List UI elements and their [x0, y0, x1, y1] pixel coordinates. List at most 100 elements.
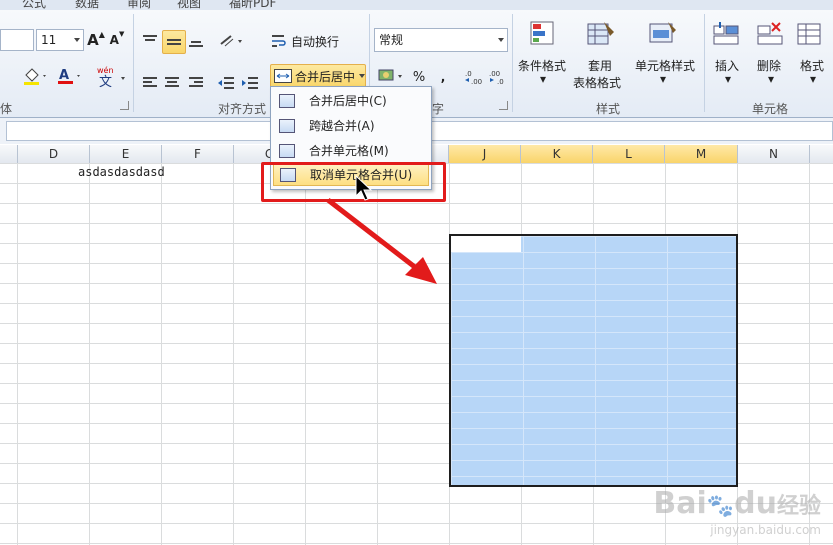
insert-cells-icon	[713, 22, 739, 45]
column-header-f[interactable]: F	[162, 145, 234, 163]
align-center-icon	[165, 77, 179, 87]
shrink-font-button[interactable]: A ▼	[108, 30, 126, 50]
accounting-format-button[interactable]	[376, 66, 406, 86]
tab-formulas[interactable]: 公式	[22, 0, 46, 10]
decrease-indent-button[interactable]	[216, 74, 236, 92]
chevron-down-icon: ▾	[810, 72, 817, 86]
align-right-icon	[189, 77, 203, 87]
increase-decimal-icon: .0.00	[465, 70, 482, 85]
shrink-font-label: A	[109, 33, 119, 47]
format-table-label-2: 表格格式	[573, 76, 622, 90]
menu-item-merge-cells[interactable]: 合并单元格(M)	[273, 139, 429, 162]
svg-text:wén: wén	[97, 65, 114, 75]
number-dialog-launcher[interactable]	[499, 101, 508, 110]
wrap-text-icon	[272, 35, 286, 47]
grow-font-button[interactable]: A ▲	[87, 30, 105, 50]
font-group-label: 体	[0, 102, 13, 116]
paw-icon: 🐾	[706, 494, 735, 519]
font-name-box[interactable]	[0, 29, 34, 51]
font-color-button[interactable]: A	[54, 66, 84, 86]
increase-indent-icon	[242, 77, 258, 89]
comma-button[interactable]: ,	[434, 68, 452, 86]
column-header-j[interactable]: J	[449, 145, 521, 163]
currency-icon	[378, 69, 402, 81]
active-cell[interactable]	[451, 236, 521, 252]
watermark-brand-2: du	[734, 486, 777, 521]
align-center-button[interactable]	[162, 74, 182, 92]
column-header-l[interactable]: L	[593, 145, 665, 163]
tab-review[interactable]: 审阅	[127, 0, 151, 10]
menu-item-label: 合并单元格(M)	[309, 144, 389, 158]
tab-data[interactable]: 数据	[75, 0, 99, 10]
chevron-down-icon: ▾	[660, 72, 667, 86]
merge-cells-icon	[279, 143, 295, 158]
font-dialog-launcher[interactable]	[120, 101, 129, 110]
chevron-down-icon: ▾	[540, 72, 547, 86]
svg-text:.00: .00	[471, 78, 482, 85]
svg-text:.00: .00	[489, 70, 500, 78]
grow-font-label: A	[87, 31, 99, 49]
chevron-down-icon[interactable]	[359, 74, 365, 78]
align-right-button[interactable]	[186, 74, 206, 92]
decrease-decimal-button[interactable]: .00.0	[488, 68, 508, 86]
percent-button[interactable]: %	[410, 68, 428, 86]
format-table-label-1: 套用	[588, 59, 613, 73]
orientation-button[interactable]	[218, 32, 246, 50]
font-size-value: 11	[41, 33, 57, 47]
merge-center-button[interactable]: 合并后居中	[270, 64, 366, 88]
decrease-indent-icon	[218, 77, 234, 89]
align-top-button[interactable]	[140, 32, 160, 50]
align-middle-icon	[167, 39, 181, 45]
watermark-url: jingyan.baidu.com	[710, 523, 821, 537]
menu-item-label: 合并后居中(C)	[309, 94, 387, 108]
cell-e1-text: asdasdasdasd	[78, 165, 165, 179]
align-middle-button[interactable]	[162, 30, 186, 54]
number-group-label: 字	[432, 102, 445, 116]
phonetic-button[interactable]: wén 文	[94, 64, 128, 88]
column-header-d[interactable]: D	[18, 145, 90, 163]
paint-bucket-icon	[24, 68, 46, 85]
number-format-box[interactable]: 常规	[374, 28, 508, 52]
align-bottom-icon	[189, 41, 203, 47]
font-size-box[interactable]: 11	[36, 29, 84, 51]
watermark-suffix: 经验	[776, 494, 821, 519]
svg-text:.0: .0	[465, 70, 472, 78]
wrap-text-button[interactable]: 自动换行	[272, 30, 352, 52]
styles-group-label: 样式	[596, 102, 621, 116]
tab-foxit-pdf[interactable]: 福昕PDF	[229, 0, 276, 10]
merge-across-icon	[279, 118, 295, 133]
column-header-m[interactable]: M	[665, 145, 738, 163]
decrease-decimal-icon: .00.0	[489, 70, 504, 85]
align-bottom-button[interactable]	[186, 32, 206, 50]
ribbon-tabs: 公式 数据 审阅 视图 福昕PDF	[0, 0, 833, 10]
column-header-n[interactable]: N	[738, 145, 810, 163]
increase-decimal-button[interactable]: .0.00	[464, 68, 484, 86]
conditional-format-icon	[530, 21, 554, 45]
corner-header[interactable]	[0, 145, 18, 163]
svg-text:文: 文	[99, 75, 112, 88]
menu-item-merge-across[interactable]: 跨越合并(A)	[273, 114, 429, 137]
tab-view[interactable]: 视图	[177, 0, 201, 10]
column-header-k[interactable]: K	[521, 145, 593, 163]
chevron-down-icon: ▾	[725, 72, 732, 86]
merge-cells-icon	[274, 69, 292, 83]
text-orientation-icon	[220, 35, 242, 47]
merge-center-icon	[279, 93, 295, 108]
fill-color-button[interactable]	[20, 66, 50, 86]
align-left-button[interactable]	[140, 74, 160, 92]
wrap-text-label: 自动换行	[291, 34, 340, 49]
font-color-icon: A	[58, 68, 80, 84]
number-format-value: 常规	[379, 33, 404, 47]
menu-item-merge-center[interactable]: 合并后居中(C)	[273, 89, 429, 112]
alignment-group-label: 对齐方式	[218, 102, 267, 116]
align-top-icon	[143, 35, 157, 41]
highlight-box	[261, 162, 446, 202]
watermark-brand: Bai	[653, 486, 707, 521]
selected-range[interactable]	[449, 234, 738, 487]
increase-indent-button[interactable]	[240, 74, 260, 92]
phonetic-icon: wén文	[97, 65, 125, 88]
delete-cells-icon	[757, 22, 783, 45]
column-header-e[interactable]: E	[90, 145, 162, 163]
merge-center-label: 合并后居中	[295, 69, 356, 84]
format-as-table-icon	[587, 22, 614, 45]
